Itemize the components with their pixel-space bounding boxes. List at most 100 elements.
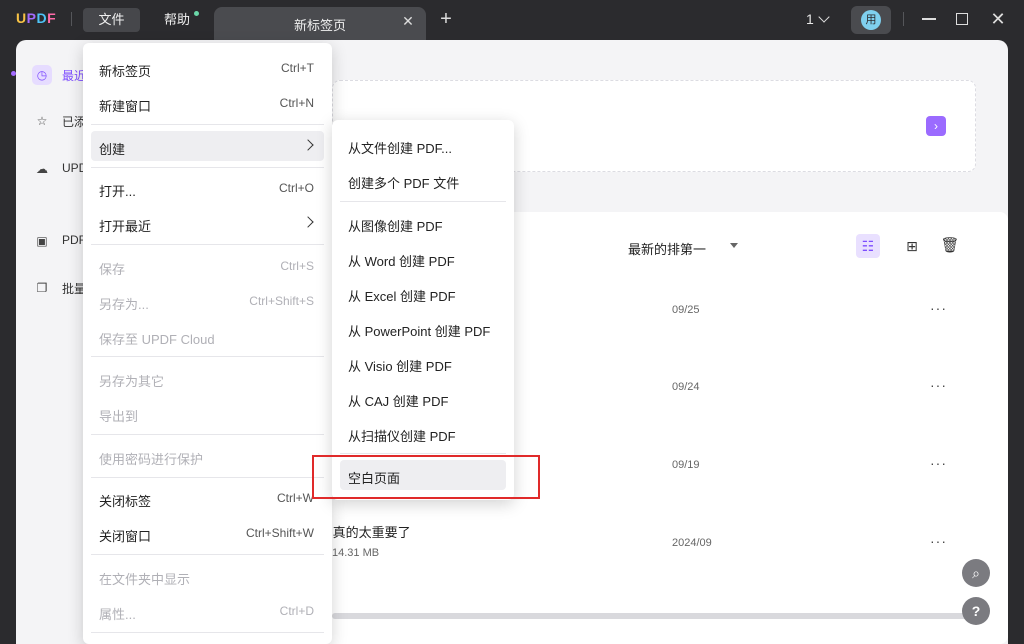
menu-item-new-window[interactable]: 新建窗口 Ctrl+N (91, 88, 324, 118)
logo-letter-f: F (47, 10, 57, 26)
add-tab-icon[interactable]: + (437, 9, 455, 29)
cloud-icon: ☁ (36, 162, 48, 176)
submenu-item-label: 从 PowerPoint 创建 PDF (348, 324, 491, 339)
file-row-date: 09/19 (672, 459, 700, 471)
menu-item-open-recent[interactable]: 打开最近 (91, 208, 324, 238)
menu-divider (91, 632, 324, 633)
search-icon[interactable]: ⌕ (962, 559, 990, 587)
submenu-item-label: 从 CAJ 创建 PDF (348, 394, 449, 409)
submenu-item-from-caj[interactable]: 从 CAJ 创建 PDF (340, 383, 506, 413)
menu-item-close-window[interactable]: 关闭窗口 Ctrl+Shift+W (91, 518, 324, 548)
more-options-icon[interactable]: ··· (930, 300, 947, 316)
copy-icon: ❐ (36, 281, 48, 295)
sort-dropdown[interactable]: 最新的排第一 (628, 239, 706, 258)
menu-item-label: 导出到 (99, 409, 139, 424)
avatar: 用 (861, 10, 881, 30)
menu-item-shortcut: Ctrl+D (279, 604, 314, 618)
more-options-icon[interactable]: ··· (930, 533, 947, 549)
menu-divider (91, 244, 324, 245)
horizontal-scrollbar[interactable] (332, 613, 972, 619)
highlight-annotation-box (312, 455, 540, 499)
close-window-icon[interactable]: ✕ (988, 8, 1008, 30)
menu-item-label: 关闭窗口 (99, 529, 152, 544)
submenu-item-from-excel[interactable]: 从 Excel 创建 PDF (340, 278, 506, 308)
list-view-icon[interactable]: ☷ (856, 234, 880, 258)
trash-icon[interactable]: 🗑 (938, 234, 962, 258)
menu-item-label: 新建窗口 (99, 99, 152, 114)
menu-divider (91, 477, 324, 478)
submenu-item-from-image[interactable]: 从图像创建 PDF (340, 208, 506, 238)
menu-divider (340, 453, 506, 454)
menu-item-save-to-cloud[interactable]: 保存至 UPDF Cloud (91, 321, 324, 351)
briefcase-icon: ▣ (36, 234, 48, 248)
caret-down-icon[interactable] (730, 243, 738, 248)
more-options-icon[interactable]: ··· (930, 455, 947, 471)
submenu-item-from-visio[interactable]: 从 Visio 创建 PDF (340, 348, 506, 378)
grid-view-icon[interactable]: ⊞ (900, 234, 924, 258)
menu-divider (91, 356, 324, 357)
title-bar: UPDF 文件 帮助 新标签页 ✕ + 1 用 ✕ (0, 0, 1024, 40)
menu-item-password-protect[interactable]: 使用密码进行保护 (91, 441, 324, 471)
file-row-size: 14.31 MB (332, 547, 380, 559)
menu-item-label: 另存为... (99, 297, 149, 312)
submenu-item-label: 创建多个 PDF 文件 (348, 176, 460, 191)
submenu-item-label: 从图像创建 PDF (348, 219, 443, 234)
submenu-item-label: 从 Word 创建 PDF (348, 254, 455, 269)
clock-icon: ◷ (32, 65, 52, 85)
tab-close-icon[interactable]: ✕ (400, 13, 416, 29)
tab-label: 新标签页 (293, 18, 346, 33)
submenu-item-label: 从文件创建 PDF... (348, 141, 453, 156)
maximize-icon[interactable] (956, 13, 968, 25)
tab-new[interactable]: 新标签页 ✕ (214, 7, 426, 40)
logo-letter-d: D (36, 10, 48, 26)
file-row-date: 2024/09 (672, 537, 712, 549)
menu-item-new-tab[interactable]: 新标签页 Ctrl+T (91, 53, 324, 83)
menu-item-save-as-other[interactable]: 另存为其它 (91, 363, 324, 393)
star-icon: ☆ (36, 114, 48, 128)
menu-item-label: 打开最近 (99, 219, 152, 234)
titlebar-divider-2 (903, 12, 904, 26)
menu-divider (91, 554, 324, 555)
chevron-right-icon (302, 139, 314, 151)
chevron-right-icon (302, 216, 314, 228)
menu-item-save-as[interactable]: 另存为... Ctrl+Shift+S (91, 286, 324, 316)
submenu-item-from-file[interactable]: 从文件创建 PDF... (340, 130, 506, 160)
submenu-item-from-powerpoint[interactable]: 从 PowerPoint 创建 PDF (340, 313, 506, 343)
menu-item-shortcut: Ctrl+T (281, 61, 314, 75)
submenu-item-label: 从 Visio 创建 PDF (348, 359, 452, 374)
minimize-icon[interactable] (922, 18, 936, 20)
menu-item-shortcut: Ctrl+W (277, 491, 314, 505)
updf-logo: UPDF (16, 10, 56, 26)
menu-item-label: 保存 (99, 262, 126, 277)
menu-item-shortcut: Ctrl+Shift+W (245, 526, 314, 540)
menu-item-shortcut: Ctrl+S (280, 259, 314, 273)
titlebar-divider (71, 12, 72, 26)
menu-item-close-tab[interactable]: 关闭标签 Ctrl+W (91, 483, 324, 513)
menu-item-show-in-folder[interactable]: 在文件夹中显示 (91, 561, 324, 591)
window-count-value: 1 (806, 11, 814, 27)
window-count-dropdown[interactable]: 1 (806, 9, 830, 29)
submenu-item-from-word[interactable]: 从 Word 创建 PDF (340, 243, 506, 273)
file-menu: 新标签页 Ctrl+T 新建窗口 Ctrl+N 创建 打开... Ctrl+O 打开最… (83, 43, 332, 644)
arrow-right-icon[interactable]: › (926, 116, 946, 136)
logo-letter-p: P (26, 10, 37, 26)
menu-item-export[interactable]: 导出到 (91, 398, 324, 428)
menu-item-create[interactable]: 创建 (91, 131, 324, 161)
menu-item-properties[interactable]: 属性... Ctrl+D (91, 596, 324, 626)
submenu-item-from-scanner[interactable]: 从扫描仪创建 PDF (340, 418, 506, 448)
help-icon[interactable]: ? (962, 597, 990, 625)
more-options-icon[interactable]: ··· (930, 377, 947, 393)
menu-item-label: 创建 (99, 142, 126, 157)
create-submenu: 从文件创建 PDF... 创建多个 PDF 文件 从图像创建 PDF 从 Wor… (332, 120, 514, 500)
menu-item-label: 使用密码进行保护 (99, 452, 204, 467)
menu-item-shortcut: Ctrl+O (278, 181, 314, 195)
file-row-date: 09/25 (672, 304, 700, 316)
menu-item-save[interactable]: 保存 Ctrl+S (91, 251, 324, 281)
menu-divider (91, 167, 324, 168)
account-button[interactable]: 用 (851, 6, 891, 34)
menu-item-open[interactable]: 打开... Ctrl+O (91, 173, 324, 203)
submenu-item-label: 从 Excel 创建 PDF (348, 289, 456, 304)
submenu-item-create-multiple[interactable]: 创建多个 PDF 文件 (340, 165, 506, 195)
chevron-down-icon (818, 11, 830, 23)
menu-file[interactable]: 文件 (83, 8, 140, 32)
